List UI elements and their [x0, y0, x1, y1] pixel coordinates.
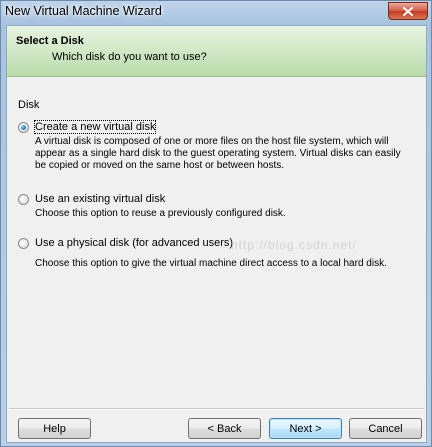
use-existing-disk-description: Choose this option to reuse a previously… [35, 208, 286, 219]
cancel-button[interactable]: Cancel [349, 418, 422, 439]
close-icon [403, 6, 413, 16]
title-bar[interactable]: New Virtual Machine Wizard [1, 1, 431, 23]
wizard-window: New Virtual Machine Wizard Select a Disk… [0, 0, 432, 447]
page-title: Select a Disk [16, 35, 84, 47]
use-physical-disk-label[interactable]: Use a physical disk (for advanced users) [35, 237, 233, 249]
button-separator [9, 408, 424, 410]
create-new-disk-radio[interactable] [18, 122, 29, 133]
help-button[interactable]: Help [18, 418, 91, 439]
use-existing-disk-radio[interactable] [18, 194, 29, 205]
radio-selected-dot [21, 125, 26, 130]
use-physical-disk-description: Choose this option to give the virtual m… [35, 258, 387, 269]
wizard-body: Select a Disk Which disk do you want to … [6, 25, 427, 443]
next-button[interactable]: Next > [269, 418, 342, 439]
disk-group-label: Disk [18, 99, 40, 111]
create-new-disk-label[interactable]: Create a new virtual disk [33, 120, 157, 134]
page-subtitle: Which disk do you want to use? [52, 51, 207, 63]
close-button[interactable] [388, 2, 428, 20]
wizard-header: Select a Disk Which disk do you want to … [7, 26, 426, 77]
watermark-text: http://blog.csdn.net/ [231, 238, 357, 252]
window-title: New Virtual Machine Wizard [5, 4, 162, 18]
use-physical-disk-radio[interactable] [18, 238, 29, 249]
back-button[interactable]: < Back [188, 418, 261, 439]
use-existing-disk-label[interactable]: Use an existing virtual disk [35, 193, 165, 205]
create-new-disk-description: A virtual disk is composed of one or mor… [35, 136, 401, 171]
